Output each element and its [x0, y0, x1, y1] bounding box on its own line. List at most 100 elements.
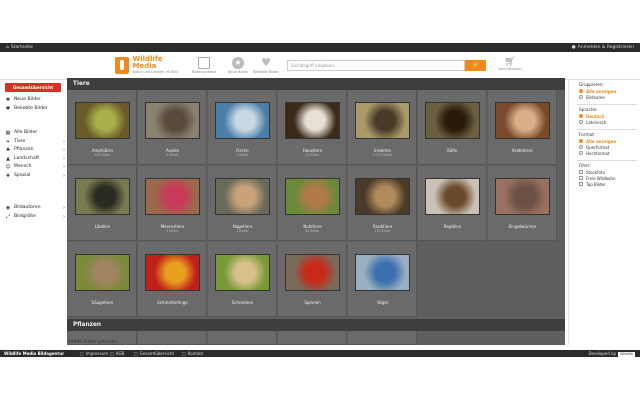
category-name: Schnecken [231, 300, 254, 305]
sidebar-item-tiere[interactable]: ❧ Tiere › [5, 138, 65, 147]
category-thumbnail [285, 178, 340, 215]
radio-icon [579, 114, 583, 118]
overview-button[interactable]: Gesamtübersicht [5, 83, 61, 92]
top-bar: ⌂ Startseite ● Anmelden & Registrieren [0, 43, 640, 52]
category-tile[interactable]: Raubtiere 172 Bilder [348, 166, 417, 241]
lightbox-button[interactable]: 🛒︎ Leuchtkasten [495, 57, 525, 71]
category-count: 1.712 Bilder [372, 153, 393, 157]
sidebar-item-label: Mensch [14, 164, 32, 169]
footer-link-contact[interactable]: □ Kontakt [182, 350, 203, 357]
sidebar-item-label: Beliebte Bilder [14, 105, 48, 111]
category-tile[interactable] [348, 331, 417, 345]
login-link[interactable]: ● Anmelden & Registrieren [572, 43, 634, 52]
filter-group-format: Format: Alle anzeigen Querformat Hochformat [579, 132, 640, 156]
logo-title: Wildlife Media [132, 54, 163, 70]
category-tile[interactable]: Ringelwürmer [488, 166, 557, 241]
category-tile[interactable]: Säugetiere [68, 242, 137, 317]
sidebar-list-tools: ◉ Bildautoren › ⤢ Bildgröße › [5, 204, 65, 221]
filter-radio-option[interactable]: Lateinisch [579, 119, 640, 125]
nav-popular-images[interactable]: ♥ Beliebte Bilder [252, 57, 280, 77]
category-tile[interactable]: Fische 1 Bilder [208, 90, 277, 165]
category-tile[interactable] [278, 331, 347, 345]
filter-radio-option[interactable]: Hochformat [579, 150, 640, 156]
sidebar-item-neue-bilder[interactable]: ✱ Neue Bilder [5, 96, 65, 105]
chevron-right-icon: › [63, 138, 65, 145]
category-tile[interactable]: Haustiere 24 Bilder [278, 90, 347, 165]
sidebar-item-label: Pflanzen [14, 147, 34, 152]
category-thumbnail [495, 102, 550, 139]
search-input[interactable]: Suchbegriff eingeben... [287, 60, 465, 71]
search-icon: ⌕ [473, 61, 478, 69]
leaf-icon: ♣ [5, 147, 11, 153]
category-thumbnail [215, 254, 270, 291]
category-count: 172 Bilder [374, 229, 391, 233]
sidebar-item-pflanzen[interactable]: ♣ Pflanzen › [5, 146, 65, 155]
header: Wildlife Media Natur und Umwelt im Bild … [0, 52, 640, 80]
filter-option-label: Querformat [586, 144, 610, 150]
sidebar-item-label: Neue Bilder [14, 97, 41, 102]
filter-divider [577, 160, 637, 161]
footer-link-label: AGB [115, 351, 125, 356]
category-tile[interactable]: Käfer [418, 90, 487, 165]
sidebar-item-mensch[interactable]: ☺ Mensch › [5, 163, 65, 172]
category-tile[interactable]: Spinnen [278, 242, 347, 317]
footer-link-impressum[interactable]: □ Impressum [80, 350, 108, 357]
home-link[interactable]: ⌂ Startseite [6, 43, 33, 52]
developer-credit[interactable]: Developed by Wildlife [588, 350, 635, 357]
sidebar-item-bildgröße[interactable]: ⤢ Bildgröße › [5, 213, 65, 222]
sidebar-item-alle-bilder[interactable]: ▦ Alle Bilder [5, 129, 65, 138]
filter-option-label: Lateinisch [586, 119, 607, 125]
category-name: Schmetterlinge [157, 300, 188, 305]
category-tile[interactable]: Krebstiere [488, 90, 557, 165]
category-thumbnail [355, 178, 410, 215]
category-tile[interactable]: Meerestiere 2 Bilder [138, 166, 207, 241]
page-bottom [0, 357, 640, 400]
filter-option-label: Deutsch [586, 113, 605, 119]
login-label: Anmelden & Registrieren [577, 45, 634, 50]
home-label: Startseite [10, 45, 33, 50]
search-button[interactable]: ⌕ [465, 60, 486, 71]
category-count: 24 Bilder [305, 153, 320, 157]
logo[interactable]: Wildlife Media Natur und Umwelt im Bild [115, 54, 187, 74]
nav-label: Bildersuchbox [191, 70, 217, 74]
sidebar-item-label: Spezial [14, 172, 31, 178]
chevron-right-icon: › [63, 164, 65, 170]
sidebar-item-landschaft[interactable]: ▲ Landschaft › [5, 155, 65, 164]
category-count: 1 Bilder [236, 153, 249, 157]
filter-option-label: Alle anzeigen [586, 88, 617, 94]
category-tile[interactable]: Asseln 2 Bilder [138, 90, 207, 165]
category-tile[interactable]: Insekten 1.712 Bilder [348, 90, 417, 165]
category-thumbnail [425, 102, 480, 139]
filter-radio-option[interactable]: Bildname [579, 94, 640, 100]
category-thumbnail [495, 178, 550, 215]
category-tile[interactable] [208, 331, 277, 345]
nav-image-search[interactable]: Bildersuchbox [190, 57, 218, 77]
category-thumbnail [75, 102, 130, 139]
category-tile[interactable]: Vögel [348, 242, 417, 317]
nav-new-images[interactable]: ★ Neue Bilder [224, 57, 252, 77]
category-tile[interactable]: Nutztiere 64 Bilder [278, 166, 347, 241]
user-icon: ● [571, 45, 576, 50]
footer: Wildlife Media Bildagentur □ Impressum □ A… [0, 350, 640, 357]
sidebar-item-label: Alle Bilder [14, 130, 38, 135]
chevron-right-icon: › [63, 172, 65, 179]
sidebar-item-bildautoren[interactable]: ◉ Bildautoren › [5, 204, 65, 213]
filter-checkbox[interactable]: Top Bilder [579, 181, 640, 187]
category-grid: Tiere Pflanzen Amphibien 104 Bilder Asseln… [67, 78, 565, 345]
sidebar-item-beliebte-bilder[interactable]: ♥ Beliebte Bilder [5, 105, 65, 114]
footer-link-agb[interactable]: □ AGB [110, 350, 124, 357]
footer-link-overview[interactable]: □ Gesamtübersicht [134, 350, 174, 357]
category-thumbnail [145, 254, 200, 291]
footer-link-label: Impressum [85, 351, 109, 356]
category-tile[interactable]: Nagetiere 3 Bilder [208, 166, 277, 241]
category-count: 104 Bilder [94, 153, 111, 157]
sidebar-item-spezial[interactable]: ✚ Spezial › [5, 172, 65, 181]
category-tile[interactable] [138, 331, 207, 345]
category-tile[interactable]: Schmetterlinge [138, 242, 207, 317]
category-name: Libellen [94, 224, 111, 229]
heart-icon: ♥ [261, 56, 271, 69]
category-tile[interactable]: Amphibien 104 Bilder [68, 90, 137, 165]
category-tile[interactable]: Schnecken [208, 242, 277, 317]
category-tile[interactable]: Reptilien [418, 166, 487, 241]
category-tile[interactable]: Libellen [68, 166, 137, 241]
